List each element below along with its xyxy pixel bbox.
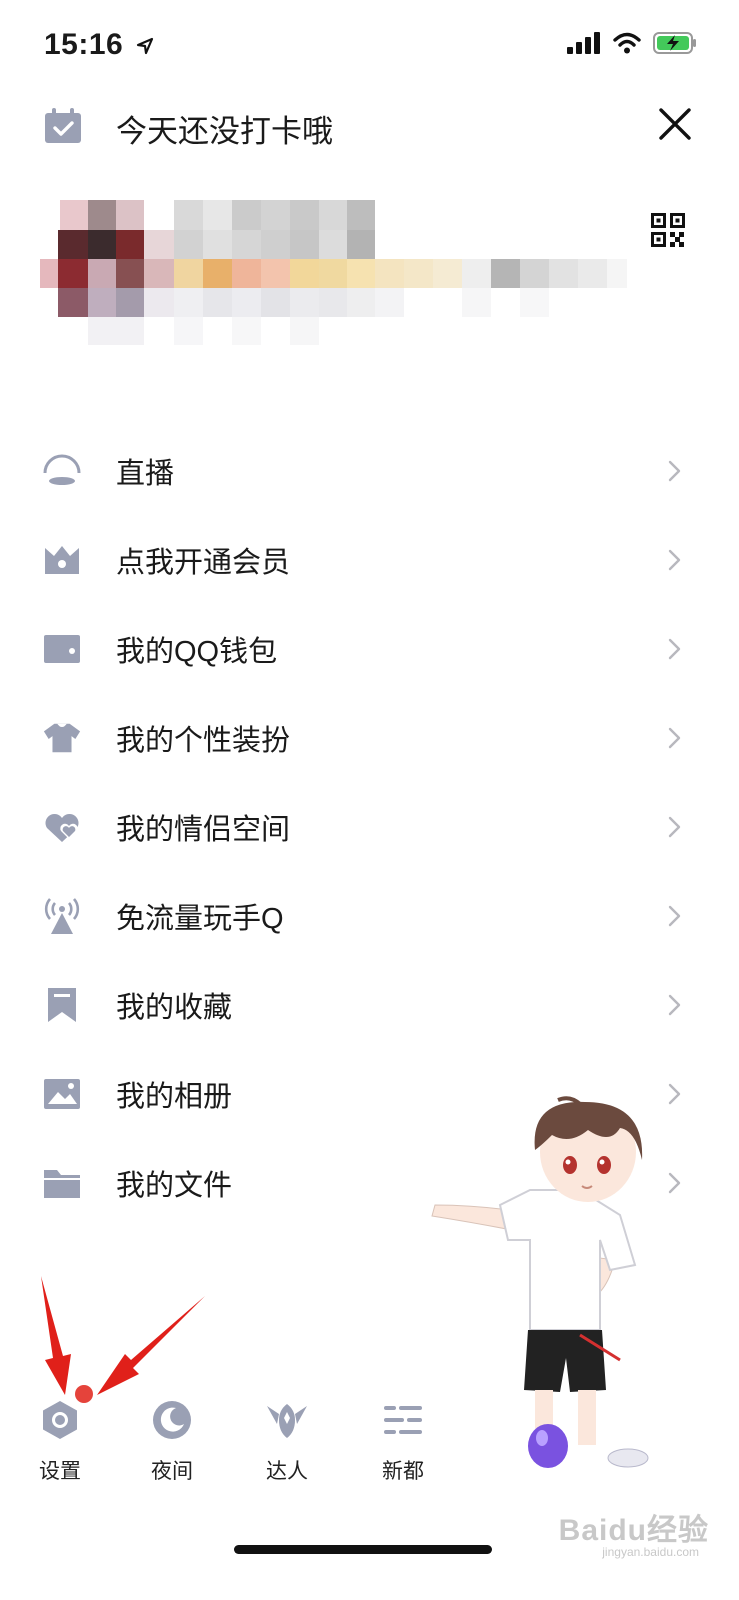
menu-item-label: 我的QQ钱包 <box>116 635 278 668</box>
qr-code-button[interactable] <box>651 213 685 247</box>
menu-item-label: 直播 <box>116 457 175 490</box>
menu-item-free-data[interactable]: 免流量玩手Q <box>0 871 739 960</box>
anime-character-image <box>431 1096 649 1468</box>
menu-item-live[interactable]: 直播 <box>0 426 739 515</box>
battery-charging-icon <box>653 32 696 54</box>
checkin-calendar-icon[interactable] <box>44 108 82 149</box>
baidu-watermark: Baidu经验 <box>558 1514 709 1547</box>
tshirt-icon <box>42 718 82 758</box>
profile-blurred[interactable] <box>40 200 630 350</box>
menu-item-label: 我的文件 <box>116 1169 233 1202</box>
chevron-right-icon <box>668 549 681 570</box>
wifi-icon <box>613 32 641 54</box>
photo-album-icon <box>42 1074 82 1114</box>
qr-code-icon <box>651 213 685 247</box>
news-label: 新都 <box>382 1460 424 1483</box>
chevron-right-icon <box>668 994 681 1015</box>
settings-label: 设置 <box>39 1460 81 1483</box>
live-icon <box>42 451 82 491</box>
menu-item-label: 免流量玩手Q <box>116 902 284 935</box>
chevron-right-icon <box>668 816 681 837</box>
annotation-arrows <box>41 1276 205 1395</box>
settings-button[interactable]: 设置 <box>20 1398 100 1485</box>
wallet-icon <box>42 629 82 669</box>
baidu-watermark-url: jingyan.baidu.com <box>602 1545 699 1559</box>
cellular-signal-icon <box>567 32 600 54</box>
menu-item-label: 点我开通会员 <box>116 546 291 579</box>
chevron-right-icon <box>668 1083 681 1104</box>
signal-tower-icon <box>42 896 82 936</box>
news-lines-icon <box>384 1406 422 1434</box>
news-button[interactable]: 新都 <box>363 1398 443 1485</box>
expert-button[interactable]: 达人 <box>247 1398 327 1485</box>
menu-item-label: 我的情侣空间 <box>116 813 291 846</box>
couple-hearts-icon <box>42 807 82 847</box>
chevron-right-icon <box>668 1172 681 1193</box>
menu-item-favorites[interactable]: 我的收藏 <box>0 960 739 1049</box>
chevron-right-icon <box>668 727 681 748</box>
settings-gear-icon <box>43 1401 77 1439</box>
chevron-right-icon <box>668 460 681 481</box>
expert-label: 达人 <box>266 1460 308 1483</box>
bookmark-icon <box>42 985 82 1025</box>
home-indicator[interactable] <box>234 1545 492 1554</box>
menu-item-wallet[interactable]: 我的QQ钱包 <box>0 604 739 693</box>
night-mode-button[interactable]: 夜间 <box>132 1398 212 1485</box>
status-indicators <box>567 32 697 54</box>
menu-item-label: 我的收藏 <box>116 991 233 1024</box>
menu-item-couple[interactable]: 我的情侣空间 <box>0 782 739 871</box>
close-button[interactable] <box>655 104 695 144</box>
chevron-right-icon <box>668 638 681 659</box>
close-icon <box>659 108 691 140</box>
menu-item-label: 我的相册 <box>116 1080 233 1113</box>
status-time: 15:16 <box>44 28 154 62</box>
location-arrow-icon <box>136 37 154 55</box>
status-time-text: 15:16 <box>44 28 124 61</box>
night-label: 夜间 <box>151 1460 193 1483</box>
menu-item-label: 我的个性装扮 <box>116 724 291 757</box>
checkin-text[interactable]: 今天还没打卡哦 <box>116 106 333 151</box>
vip-crown-icon <box>42 540 82 580</box>
folder-icon <box>42 1163 82 1203</box>
notification-badge <box>75 1385 93 1403</box>
winged-badge-icon <box>267 1404 307 1438</box>
menu-item-vip[interactable]: 点我开通会员 <box>0 515 739 604</box>
moon-icon <box>153 1401 191 1439</box>
chevron-right-icon <box>668 905 681 926</box>
menu-item-dressup[interactable]: 我的个性装扮 <box>0 693 739 782</box>
